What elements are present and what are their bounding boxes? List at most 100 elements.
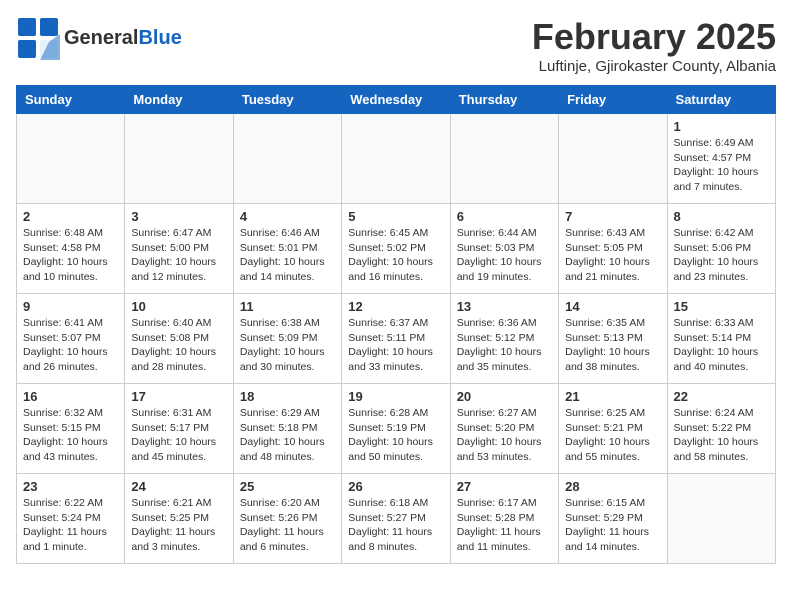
day-info: Sunrise: 6:33 AM Sunset: 5:14 PM Dayligh… [674, 316, 769, 375]
calendar-cell: 22 Sunrise: 6:24 AM Sunset: 5:22 PM Dayli… [667, 384, 775, 474]
calendar-week-row: 1 Sunrise: 6:49 AM Sunset: 4:57 PM Daylig… [17, 114, 776, 204]
calendar-cell: 1 Sunrise: 6:49 AM Sunset: 4:57 PM Daylig… [667, 114, 775, 204]
calendar-table: SundayMondayTuesdayWednesdayThursdayFrid… [16, 85, 776, 564]
logo-blue: Blue [138, 27, 181, 49]
calendar-cell: 5 Sunrise: 6:45 AM Sunset: 5:02 PM Daylig… [342, 204, 450, 294]
logo-general: General [64, 27, 138, 49]
logo: GeneralBlue [16, 16, 182, 60]
calendar-cell: 20 Sunrise: 6:27 AM Sunset: 5:20 PM Dayli… [450, 384, 558, 474]
day-number: 12 [348, 299, 443, 314]
day-number: 20 [457, 389, 552, 404]
calendar-cell: 13 Sunrise: 6:36 AM Sunset: 5:12 PM Dayli… [450, 294, 558, 384]
page-subtitle: Luftinje, Gjirokaster County, Albania [532, 58, 776, 75]
day-number: 14 [565, 299, 660, 314]
calendar-header-row: SundayMondayTuesdayWednesdayThursdayFrid… [17, 86, 776, 114]
day-number: 25 [240, 479, 335, 494]
calendar-cell: 17 Sunrise: 6:31 AM Sunset: 5:17 PM Dayli… [125, 384, 233, 474]
title-area: February 2025 Luftinje, Gjirokaster Coun… [532, 16, 776, 75]
calendar-cell: 4 Sunrise: 6:46 AM Sunset: 5:01 PM Daylig… [233, 204, 341, 294]
calendar-week-row: 23 Sunrise: 6:22 AM Sunset: 5:24 PM Dayli… [17, 474, 776, 564]
weekday-header: Monday [125, 86, 233, 114]
day-info: Sunrise: 6:41 AM Sunset: 5:07 PM Dayligh… [23, 316, 118, 375]
day-number: 9 [23, 299, 118, 314]
day-number: 10 [131, 299, 226, 314]
day-info: Sunrise: 6:38 AM Sunset: 5:09 PM Dayligh… [240, 316, 335, 375]
day-number: 8 [674, 209, 769, 224]
day-info: Sunrise: 6:47 AM Sunset: 5:00 PM Dayligh… [131, 226, 226, 285]
calendar-cell: 14 Sunrise: 6:35 AM Sunset: 5:13 PM Dayli… [559, 294, 667, 384]
calendar-cell: 6 Sunrise: 6:44 AM Sunset: 5:03 PM Daylig… [450, 204, 558, 294]
calendar-cell: 9 Sunrise: 6:41 AM Sunset: 5:07 PM Daylig… [17, 294, 125, 384]
calendar-cell: 18Sunrise: 6:29 AM Sunset: 5:18 PM Dayli… [233, 384, 341, 474]
day-info: Sunrise: 6:21 AM Sunset: 5:25 PM Dayligh… [131, 496, 226, 555]
calendar-week-row: 16Sunrise: 6:32 AM Sunset: 5:15 PM Dayli… [17, 384, 776, 474]
day-info: Sunrise: 6:32 AM Sunset: 5:15 PM Dayligh… [23, 406, 118, 465]
calendar-cell: 11 Sunrise: 6:38 AM Sunset: 5:09 PM Dayli… [233, 294, 341, 384]
weekday-header: Friday [559, 86, 667, 114]
weekday-header: Wednesday [342, 86, 450, 114]
weekday-header: Saturday [667, 86, 775, 114]
calendar-cell [450, 114, 558, 204]
day-number: 2 [23, 209, 118, 224]
day-info: Sunrise: 6:15 AM Sunset: 5:29 PM Dayligh… [565, 496, 660, 555]
day-number: 5 [348, 209, 443, 224]
day-info: Sunrise: 6:48 AM Sunset: 4:58 PM Dayligh… [23, 226, 118, 285]
calendar-cell: 23 Sunrise: 6:22 AM Sunset: 5:24 PM Dayli… [17, 474, 125, 564]
day-info: Sunrise: 6:24 AM Sunset: 5:22 PM Dayligh… [674, 406, 769, 465]
day-number: 11 [240, 299, 335, 314]
calendar-cell: 21Sunrise: 6:25 AM Sunset: 5:21 PM Dayli… [559, 384, 667, 474]
calendar-cell: 16Sunrise: 6:32 AM Sunset: 5:15 PM Dayli… [17, 384, 125, 474]
day-info: Sunrise: 6:36 AM Sunset: 5:12 PM Dayligh… [457, 316, 552, 375]
calendar-cell: 10 Sunrise: 6:40 AM Sunset: 5:08 PM Dayli… [125, 294, 233, 384]
weekday-header: Thursday [450, 86, 558, 114]
day-info: Sunrise: 6:28 AM Sunset: 5:19 PM Dayligh… [348, 406, 443, 465]
calendar-cell: 3 Sunrise: 6:47 AM Sunset: 5:00 PM Daylig… [125, 204, 233, 294]
day-number: 17 [131, 389, 226, 404]
day-number: 28 [565, 479, 660, 494]
day-number: 13 [457, 299, 552, 314]
day-info: Sunrise: 6:18 AM Sunset: 5:27 PM Dayligh… [348, 496, 443, 555]
day-number: 18 [240, 389, 335, 404]
calendar-cell: 15Sunrise: 6:33 AM Sunset: 5:14 PM Dayli… [667, 294, 775, 384]
day-number: 27 [457, 479, 552, 494]
day-info: Sunrise: 6:22 AM Sunset: 5:24 PM Dayligh… [23, 496, 118, 555]
day-info: Sunrise: 6:31 AM Sunset: 5:17 PM Dayligh… [131, 406, 226, 465]
day-info: Sunrise: 6:37 AM Sunset: 5:11 PM Dayligh… [348, 316, 443, 375]
day-number: 23 [23, 479, 118, 494]
day-info: Sunrise: 6:40 AM Sunset: 5:08 PM Dayligh… [131, 316, 226, 375]
day-info: Sunrise: 6:27 AM Sunset: 5:20 PM Dayligh… [457, 406, 552, 465]
day-info: Sunrise: 6:35 AM Sunset: 5:13 PM Dayligh… [565, 316, 660, 375]
logo-icon [16, 16, 60, 60]
calendar-cell: 28 Sunrise: 6:15 AM Sunset: 5:29 PM Dayli… [559, 474, 667, 564]
day-number: 1 [674, 119, 769, 134]
day-info: Sunrise: 6:46 AM Sunset: 5:01 PM Dayligh… [240, 226, 335, 285]
day-number: 21 [565, 389, 660, 404]
weekday-header: Tuesday [233, 86, 341, 114]
calendar-cell: 7Sunrise: 6:43 AM Sunset: 5:05 PM Daylig… [559, 204, 667, 294]
day-info: Sunrise: 6:44 AM Sunset: 5:03 PM Dayligh… [457, 226, 552, 285]
calendar-cell: 25Sunrise: 6:20 AM Sunset: 5:26 PM Dayli… [233, 474, 341, 564]
calendar-cell: 2 Sunrise: 6:48 AM Sunset: 4:58 PM Daylig… [17, 204, 125, 294]
weekday-header: Sunday [17, 86, 125, 114]
calendar-cell [17, 114, 125, 204]
day-info: Sunrise: 6:45 AM Sunset: 5:02 PM Dayligh… [348, 226, 443, 285]
calendar-cell: 27Sunrise: 6:17 AM Sunset: 5:28 PM Dayli… [450, 474, 558, 564]
day-number: 19 [348, 389, 443, 404]
day-info: Sunrise: 6:49 AM Sunset: 4:57 PM Dayligh… [674, 136, 769, 195]
calendar-week-row: 9 Sunrise: 6:41 AM Sunset: 5:07 PM Daylig… [17, 294, 776, 384]
day-number: 4 [240, 209, 335, 224]
calendar-cell: 12 Sunrise: 6:37 AM Sunset: 5:11 PM Dayli… [342, 294, 450, 384]
day-number: 3 [131, 209, 226, 224]
day-info: Sunrise: 6:43 AM Sunset: 5:05 PM Dayligh… [565, 226, 660, 285]
calendar-cell [559, 114, 667, 204]
page-header: GeneralBlue February 2025 Luftinje, Gjir… [16, 16, 776, 75]
day-number: 22 [674, 389, 769, 404]
calendar-cell [342, 114, 450, 204]
calendar-cell: 8Sunrise: 6:42 AM Sunset: 5:06 PM Daylig… [667, 204, 775, 294]
calendar-week-row: 2 Sunrise: 6:48 AM Sunset: 4:58 PM Daylig… [17, 204, 776, 294]
page-title: February 2025 [532, 16, 776, 58]
calendar-cell: 24Sunrise: 6:21 AM Sunset: 5:25 PM Dayli… [125, 474, 233, 564]
calendar-cell [233, 114, 341, 204]
calendar-cell: 19 Sunrise: 6:28 AM Sunset: 5:19 PM Dayli… [342, 384, 450, 474]
day-number: 6 [457, 209, 552, 224]
